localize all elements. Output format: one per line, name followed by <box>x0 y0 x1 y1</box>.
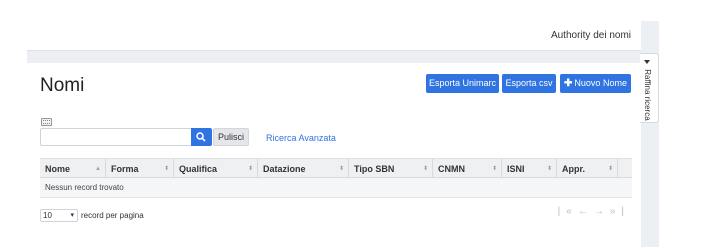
first-page-button[interactable]: |« <box>558 206 578 217</box>
advanced-search-link[interactable]: Ricerca Avanzata <box>266 133 336 143</box>
new-name-label: Nuovo Nome <box>574 78 627 88</box>
chevron-down-icon: ▾ <box>70 212 74 219</box>
main-card: Nomi Esporta Unimarc Esporta csv ✚ Nuovo … <box>27 63 641 247</box>
column-header-actions <box>618 159 632 179</box>
clear-button[interactable]: Pulisci <box>213 128 249 146</box>
sort-icon: ⬍ <box>338 166 344 172</box>
sort-icon: ⬍ <box>491 166 497 172</box>
column-header-isni[interactable]: ISNI ⬍ <box>502 159 557 179</box>
column-header-appr[interactable]: Appr. ⬍ <box>557 159 618 179</box>
table-header: Nome ▲ Forma ⬍ Qualifica ⬍ Datazione ⬍ Tipo … <box>40 158 632 179</box>
refine-search-tab[interactable]: Raffina ricerca <box>640 53 659 123</box>
column-header-qualifica[interactable]: Qualifica ⬍ <box>174 159 258 179</box>
sort-icon: ⬍ <box>607 166 613 172</box>
search-input[interactable] <box>40 128 192 146</box>
plus-icon: ✚ <box>564 78 573 89</box>
new-name-button[interactable]: ✚ Nuovo Nome <box>560 74 631 93</box>
pagination: |«←→»| <box>558 206 630 217</box>
breadcrumb[interactable]: Authority dei nomi <box>551 30 631 41</box>
search-button[interactable] <box>191 128 212 146</box>
last-page-button[interactable]: »| <box>610 206 630 217</box>
next-page-button[interactable]: → <box>594 206 610 217</box>
page-size-select[interactable]: 10 ▾ <box>40 209 78 222</box>
sort-icon: ⬍ <box>422 166 428 172</box>
search-icon <box>196 132 206 142</box>
column-header-cnmn[interactable]: CNMN ⬍ <box>433 159 502 179</box>
refine-search-label: Raffina ricerca <box>643 69 652 121</box>
filter-icon <box>644 60 650 64</box>
column-header-datazione[interactable]: Datazione ⬍ <box>258 159 349 179</box>
page-size-label: record per pagina <box>81 211 144 220</box>
column-header-nome[interactable]: Nome ▲ <box>40 159 106 179</box>
page-title: Nomi <box>40 75 85 96</box>
empty-table-row: Nessun record trovato <box>40 178 632 198</box>
column-header-forma[interactable]: Forma ⬍ <box>106 159 174 179</box>
sort-icon: ⬍ <box>546 166 552 172</box>
prev-page-button[interactable]: ← <box>578 206 594 217</box>
sort-asc-icon: ▲ <box>95 166 101 172</box>
sort-icon: ⬍ <box>163 166 169 172</box>
top-bar: Authority dei nomi <box>27 21 641 51</box>
sort-icon: ⬍ <box>247 166 253 172</box>
export-csv-button[interactable]: Esporta csv <box>502 74 556 93</box>
keyboard-icon[interactable] <box>41 118 52 126</box>
column-header-tipo-sbn[interactable]: Tipo SBN ⬍ <box>349 159 433 179</box>
export-unimarc-button[interactable]: Esporta Unimarc <box>426 74 499 93</box>
